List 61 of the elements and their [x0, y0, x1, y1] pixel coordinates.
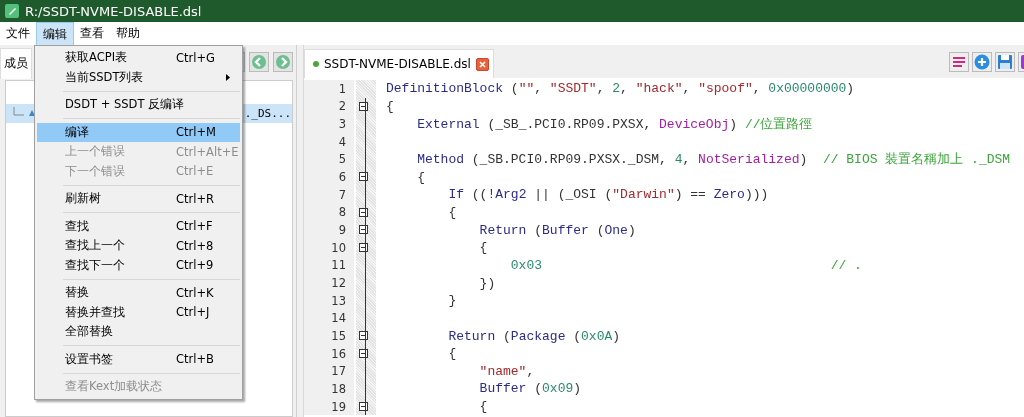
menu-item[interactable]: 设置书签 Ctrl+B — [37, 349, 240, 369]
fold-margin — [356, 80, 376, 98]
line-number: 18 — [304, 380, 354, 398]
window-title: R:/SSDT-NVME-DISABLE.dsl — [25, 3, 202, 19]
code-line: External (_SB_.PCI0.RP09.PXSX, DeviceObj) //位置路徑 — [416, 116, 813, 134]
menu-item[interactable]: 替换 Ctrl+K — [37, 283, 240, 303]
menu-item[interactable]: 替换并查找 Ctrl+J — [37, 302, 240, 322]
code-line: Return (Buffer (One) — [478, 222, 636, 238]
panel-tab[interactable]: 成员 — [0, 47, 32, 79]
fold-margin — [356, 115, 376, 133]
collapse-icon[interactable] — [359, 348, 369, 359]
code-line: { — [386, 99, 394, 114]
code-line: "name", — [478, 363, 535, 379]
add-icon[interactable] — [972, 51, 992, 72]
menu-item[interactable]: 查看 — [74, 22, 110, 45]
code-line: DefinitionBlock ("", "SSDT", 2, "hack", "spoof", 0x00000000) — [386, 81, 855, 97]
line-number: 3 — [304, 115, 354, 133]
collapse-icon[interactable] — [359, 242, 369, 253]
code-line: 0x03 // . — [509, 257, 862, 273]
code-line: }) — [478, 275, 496, 291]
line-number: 12 — [304, 274, 354, 292]
code-line: } — [447, 293, 457, 309]
collapse-icon[interactable] — [359, 172, 369, 183]
collapse-icon[interactable] — [359, 225, 369, 236]
line-number: 9 — [304, 221, 354, 239]
menu-item[interactable]: 获取ACPI表 Ctrl+G — [37, 48, 240, 68]
collapse-icon[interactable] — [359, 401, 369, 412]
menu-item[interactable]: 当前SSDT列表 — [37, 67, 240, 87]
close-icon[interactable] — [475, 57, 489, 71]
menu-item[interactable]: DSDT + SSDT 反编译 — [37, 95, 240, 115]
code-line: { — [447, 346, 457, 362]
code-line: { — [416, 169, 425, 185]
collapse-icon[interactable] — [359, 331, 369, 342]
fold-margin — [356, 274, 376, 292]
menu-item[interactable]: 查找上一个 Ctrl+8 — [37, 236, 240, 256]
line-number: 15 — [304, 327, 354, 345]
line-number: 6 — [304, 168, 354, 186]
code-line: Return (Package (0x0A) — [447, 328, 621, 344]
menu-item[interactable]: 查找 Ctrl+F — [37, 216, 240, 236]
code-line: If ((!Arg2 || (_OSI ("Darwin") == Zero))) — [447, 187, 769, 203]
menu-item[interactable]: 编译 Ctrl+M — [37, 122, 240, 142]
line-number: 1 — [304, 80, 354, 98]
menu-item[interactable]: 查找下一个 Ctrl+9 — [37, 255, 240, 275]
menu-item[interactable]: 文件 — [0, 22, 36, 45]
code-line: Buffer (0x09) — [478, 381, 582, 397]
fold-margin — [356, 380, 376, 398]
menu-item[interactable]: 帮助 — [110, 22, 146, 45]
tab-label: SSDT-NVME-DISABLE.dsl — [324, 57, 471, 71]
save-icon[interactable] — [995, 51, 1015, 72]
code-line: { — [447, 204, 457, 220]
code-line: { — [478, 399, 488, 415]
menu-item[interactable]: 刷新树 Ctrl+R — [37, 189, 240, 209]
menu-item[interactable]: 全部替换 — [37, 322, 240, 342]
editor-tab[interactable]: SSDT-NVME-DISABLE.dsl — [304, 49, 494, 78]
format-lines-icon[interactable] — [949, 51, 969, 72]
app-icon — [5, 4, 19, 18]
menu-item[interactable]: 编辑 — [36, 22, 74, 45]
code-line: Method (_SB.PCI0.RP09.PXSX._DSM, 4, NotSerialized) // BIOS 裝置名稱加上 ._DSM — [416, 151, 1011, 169]
collapse-icon[interactable] — [359, 101, 369, 112]
code-line: { — [478, 240, 488, 256]
collapse-icon[interactable] — [359, 207, 369, 218]
